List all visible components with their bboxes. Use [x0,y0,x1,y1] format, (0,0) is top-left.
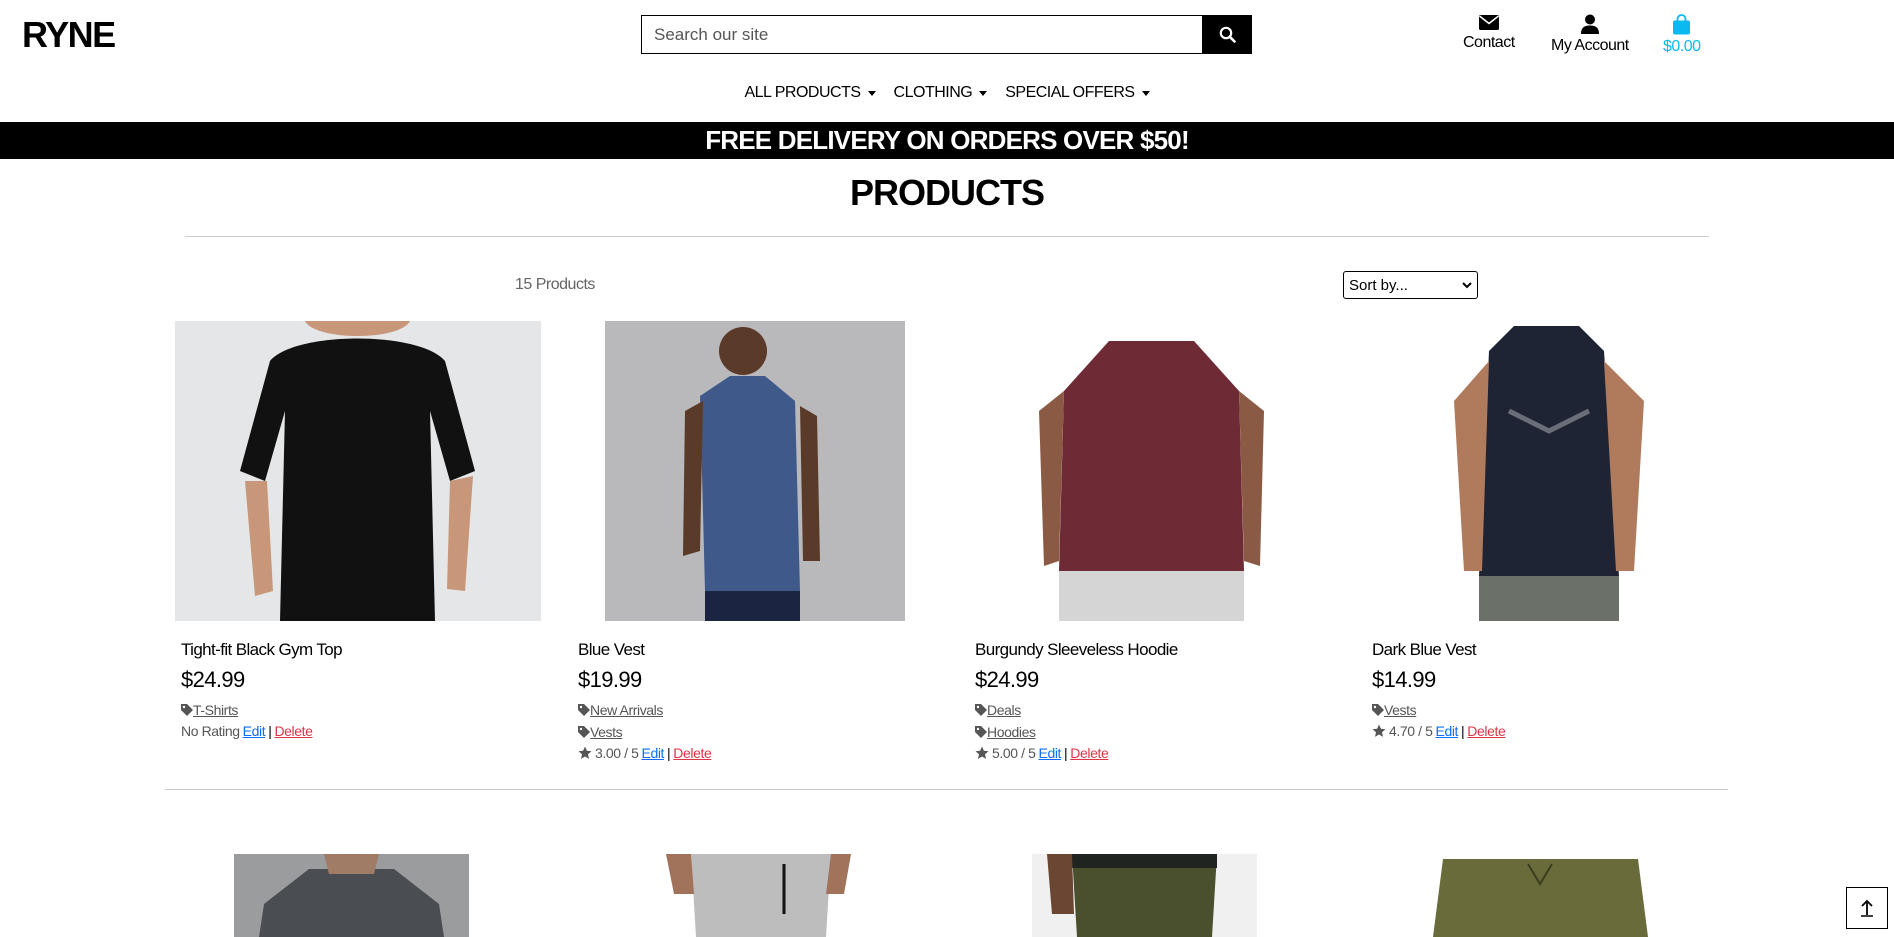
product-image [1034,321,1270,621]
rating-text: No Rating [181,723,240,739]
product-image-link[interactable] [565,321,945,621]
tag-link[interactable]: Hoodies [987,724,1036,740]
search-input[interactable] [641,15,1202,54]
product-price: $24.99 [181,667,245,692]
contact-link[interactable]: Contact [1463,14,1515,52]
user-icon [1580,14,1599,34]
delivery-banner: FREE DELIVERY ON ORDERS OVER $50! [0,122,1894,159]
search-bar [641,15,1252,54]
product-image[interactable] [1032,854,1257,937]
tag-icon [578,704,590,716]
nav-clothing[interactable]: CLOTHING [894,84,988,102]
product-image[interactable] [1428,854,1653,937]
product-meta: 4.70 / 5 Edit | Delete [1372,723,1739,739]
tag-link[interactable]: Vests [1384,702,1417,718]
tag-link[interactable]: New Arrivals [590,702,663,718]
caret-down-icon [979,90,988,96]
caret-down-icon [1141,90,1150,96]
search-button[interactable] [1202,15,1252,54]
product-meta: 5.00 / 5 Edit | Delete [975,745,1342,761]
product-name[interactable]: Tight-fit Black Gym Top [181,640,548,660]
product-image-link[interactable] [168,321,548,621]
tag-icon [975,704,987,716]
product-image [175,321,541,621]
rating-text: 4.70 / 5 [1389,723,1433,739]
star-icon [578,746,592,759]
main-nav: ALL PRODUCTS CLOTHING SPECIAL OFFERS [0,84,1894,102]
edit-link[interactable]: Edit [1436,723,1459,739]
product-image[interactable] [666,854,851,937]
my-account-label: My Account [1551,37,1629,54]
product-name[interactable]: Burgundy Sleeveless Hoodie [975,640,1342,660]
product-tag: Vests [1372,702,1739,718]
delete-link[interactable]: Delete [274,723,312,739]
product-card: Dark Blue Vest $14.99 Vests 4.70 / 5 Edi… [1359,321,1739,739]
product-price: $19.99 [578,667,642,692]
separator: | [1461,723,1465,739]
product-name[interactable]: Dark Blue Vest [1372,640,1739,660]
product-meta: No Rating Edit | Delete [181,723,548,739]
separator: | [667,745,671,761]
tag-link[interactable]: Deals [987,702,1021,718]
rating-text: 5.00 / 5 [992,745,1036,761]
sort-select[interactable]: Sort by... [1343,271,1478,299]
sort-select-value: Sort by... [1349,276,1408,294]
tag-link[interactable]: Vests [590,724,623,740]
page-title: PRODUCTS [849,172,1045,213]
arrow-up-icon [1861,899,1873,917]
star-icon [1372,724,1386,737]
edit-link[interactable]: Edit [1039,745,1062,761]
product-tag: New Arrivals [578,702,945,718]
product-card: Burgundy Sleeveless Hoodie $24.99 Deals … [962,321,1342,761]
product-price: $14.99 [1372,667,1436,692]
tag-icon [181,704,193,716]
delete-link[interactable]: Delete [1070,745,1108,761]
nav-all-products[interactable]: ALL PRODUCTS [744,84,876,102]
tag-icon [975,726,987,738]
chevron-down-icon [1462,281,1472,288]
product-tag: Vests [578,724,945,740]
nav-special-offers-label: SPECIAL OFFERS [1005,84,1135,101]
back-to-top-button[interactable] [1846,887,1888,929]
nav-special-offers[interactable]: SPECIAL OFFERS [1005,84,1150,102]
site-logo[interactable]: RYNE [22,14,116,56]
contact-label: Contact [1463,34,1515,51]
product-image-link[interactable] [962,321,1342,621]
shopping-bag-icon [1673,14,1691,35]
tag-icon [1372,704,1384,716]
product-image-link[interactable] [1359,321,1739,621]
search-icon [1219,26,1236,43]
tag-link[interactable]: T-Shirts [193,702,238,718]
product-price: $24.99 [975,667,1039,692]
my-account-link[interactable]: My Account [1551,14,1629,55]
product-meta: 3.00 / 5 Edit | Delete [578,745,945,761]
delete-link[interactable]: Delete [673,745,711,761]
product-count: 15 Products [515,276,595,293]
divider [165,789,1728,790]
caret-down-icon [867,90,876,96]
separator: | [1064,745,1068,761]
product-image [1434,321,1664,621]
tag-icon [578,726,590,738]
rating-text: 3.00 / 5 [595,745,639,761]
star-icon [975,746,989,759]
product-tag: T-Shirts [181,702,548,718]
product-card: Blue Vest $19.99 New Arrivals Vests 3.00… [565,321,945,761]
edit-link[interactable]: Edit [642,745,665,761]
product-image[interactable] [234,854,469,937]
separator: | [268,723,272,739]
cart-total: $0.00 [1663,38,1701,55]
product-tag: Hoodies [975,724,1342,740]
delete-link[interactable]: Delete [1467,723,1505,739]
divider [185,236,1709,237]
product-card: Tight-fit Black Gym Top $24.99 T-Shirts … [168,321,548,739]
edit-link[interactable]: Edit [243,723,266,739]
product-image [605,321,905,621]
product-tag: Deals [975,702,1342,718]
envelope-icon [1478,15,1499,30]
nav-clothing-label: CLOTHING [893,84,973,101]
product-name[interactable]: Blue Vest [578,640,945,660]
nav-all-products-label: ALL PRODUCTS [744,84,861,101]
cart-link[interactable]: $0.00 [1663,14,1701,56]
